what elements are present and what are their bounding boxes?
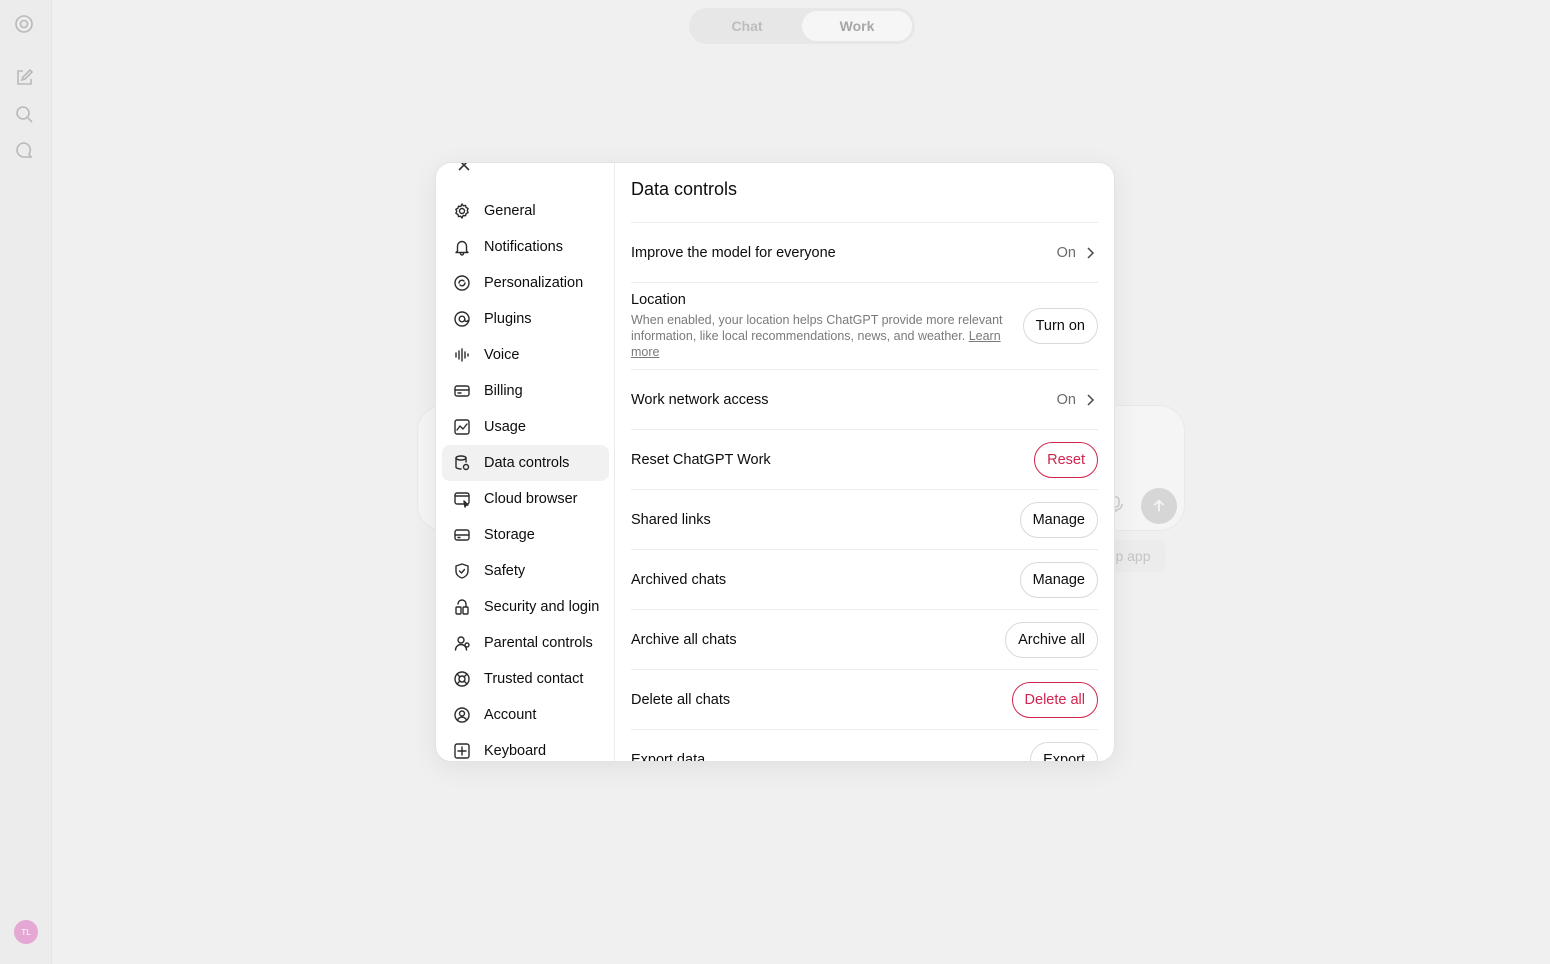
shield-icon (453, 562, 471, 580)
sidebar-item-plugins[interactable]: Plugins (442, 301, 609, 337)
settings-modal: General Notifications Personalization Plugi… (435, 162, 1115, 762)
settings-sidebar: General Notifications Personalization Plugi… (436, 163, 615, 761)
reset-button[interactable]: Reset (1034, 441, 1098, 478)
sidebar-item-label: Parental controls (484, 635, 593, 651)
sidebar-item-label: Voice (484, 347, 520, 363)
database-icon (453, 454, 471, 472)
sidebar-item-label: Account (484, 707, 537, 723)
mode-toggle: Chat Work (689, 8, 915, 44)
manage-shared-links-button[interactable]: Manage (1019, 501, 1098, 538)
sidebar-item-label: Notifications (484, 239, 563, 255)
archive-all-row: Archive all chats Archive all (631, 609, 1098, 669)
location-label: Location (631, 292, 686, 308)
archived-chats-row: Archived chats Manage (631, 549, 1098, 609)
location-description: When enabled, your location helps ChatGP… (631, 313, 1003, 343)
at-icon (453, 310, 471, 328)
sidebar-item-billing[interactable]: Billing (442, 373, 609, 409)
sidebar-item-label: Trusted contact (484, 671, 584, 687)
sidebar-item-keyboard[interactable]: Keyboard (442, 733, 609, 761)
sidebar-item-security-and-login[interactable]: Security and login (442, 589, 609, 625)
shared-links-row: Shared links Manage (631, 489, 1098, 549)
personalization-icon (453, 274, 471, 292)
archive-all-button[interactable]: Archive all (1005, 621, 1098, 658)
avatar[interactable]: TL (14, 920, 38, 944)
sidebar-item-label: Personalization (484, 275, 584, 291)
storage-icon (453, 526, 471, 544)
export-label: Export data (631, 751, 706, 762)
delete-all-row: Delete all chats Delete all (631, 669, 1098, 729)
manage-archived-chats-button[interactable]: Manage (1019, 561, 1098, 598)
sidebar-item-personalization[interactable]: Personalization (442, 265, 609, 301)
sidebar-item-storage[interactable]: Storage (442, 517, 609, 553)
page-title: Data controls (631, 179, 738, 199)
gear-icon (453, 202, 471, 220)
chart-icon (453, 418, 471, 436)
improve-model-value: On (1056, 244, 1076, 261)
sidebar-item-label: Plugins (484, 311, 532, 327)
new-chat-icon[interactable] (14, 68, 34, 88)
sidebar-item-label: Data controls (484, 455, 570, 471)
sidebar-item-label: Storage (484, 527, 535, 543)
chat-mode-button[interactable]: Chat (692, 11, 802, 41)
sidebar-item-label: General (484, 203, 536, 219)
sidebar-item-cloud-browser[interactable]: Cloud browser (442, 481, 609, 517)
work-network-value: On (1056, 391, 1076, 408)
export-row: Export data Export (631, 729, 1098, 761)
search-icon[interactable] (14, 104, 34, 124)
data-controls-panel: Data controls Improve the model for ever… (615, 163, 1114, 761)
export-button[interactable]: Export (1030, 741, 1098, 761)
improve-model-label: Improve the model for everyone (631, 244, 836, 261)
browser-icon (453, 490, 471, 508)
family-icon (453, 634, 471, 652)
delete-all-label: Delete all chats (631, 691, 731, 708)
sidebar-item-parental-controls[interactable]: Parental controls (442, 625, 609, 661)
sidebar-item-label: Billing (484, 383, 523, 399)
send-button[interactable] (1141, 488, 1177, 524)
work-network-label: Work network access (631, 391, 769, 408)
chevron-right-icon (1082, 392, 1098, 408)
arrow-up-icon (1153, 499, 1165, 512)
openai-logo-icon[interactable] (14, 14, 34, 34)
sidebar-item-trusted-contact[interactable]: Trusted contact (442, 661, 609, 697)
sidebar-item-label: Security and login (484, 599, 600, 615)
archive-all-label: Archive all chats (631, 631, 737, 648)
delete-all-button[interactable]: Delete all (1011, 681, 1098, 718)
lock-icon (453, 598, 471, 616)
shared-links-label: Shared links (631, 511, 711, 528)
card-icon (453, 382, 471, 400)
sidebar-item-voice[interactable]: Voice (442, 337, 609, 373)
close-icon[interactable] (454, 163, 474, 175)
sidebar-item-account[interactable]: Account (442, 697, 609, 733)
sidebar-item-label: Usage (484, 419, 526, 435)
sidebar-item-label: Safety (484, 563, 526, 579)
sidebar-item-label: Cloud browser (484, 491, 578, 507)
turn-on-location-button[interactable]: Turn on (1022, 308, 1098, 344)
improve-model-row[interactable]: Improve the model for everyone On (631, 222, 1098, 282)
user-circle-icon (453, 706, 471, 724)
reset-label: Reset ChatGPT Work (631, 451, 771, 468)
work-network-row[interactable]: Work network access On (631, 369, 1098, 429)
left-rail: TL (0, 0, 52, 964)
work-mode-button[interactable]: Work (802, 11, 912, 41)
chat-bubble-icon[interactable] (14, 140, 34, 160)
keyboard-icon (453, 742, 471, 760)
waveform-icon (453, 346, 471, 364)
sidebar-item-usage[interactable]: Usage (442, 409, 609, 445)
settings-nav: General Notifications Personalization Plugi… (442, 193, 609, 761)
sidebar-item-label: Keyboard (484, 743, 547, 759)
location-row: Location When enabled, your location hel… (631, 282, 1098, 369)
sidebar-item-safety[interactable]: Safety (442, 553, 609, 589)
chevron-right-icon (1082, 245, 1098, 261)
bell-icon (453, 238, 471, 256)
sidebar-item-data-controls[interactable]: Data controls (442, 445, 609, 481)
reset-row: Reset ChatGPT Work Reset (631, 429, 1098, 489)
archived-chats-label: Archived chats (631, 571, 727, 588)
sidebar-item-general[interactable]: General (442, 193, 609, 229)
lifebuoy-icon (453, 670, 471, 688)
sidebar-item-notifications[interactable]: Notifications (442, 229, 609, 265)
